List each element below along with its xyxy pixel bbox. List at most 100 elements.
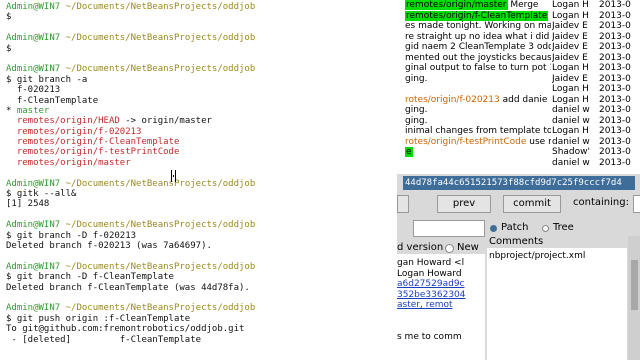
- commit-row[interactable]: inimal changes from template to te Logan …: [397, 126, 640, 137]
- terminal-text: remotes/origin/HEAD: [6, 116, 120, 127]
- old-version-radio[interactable]: d version: [397, 242, 443, 253]
- patch-radio-icon[interactable]: [490, 225, 497, 232]
- commit-message[interactable]: ging.: [405, 105, 551, 116]
- commit-message[interactable]: remotes/origin/f-CleanTemplate Requ: [405, 10, 551, 22]
- terminal-line: Admin@WIN7 ~/Documents/NetBeansProjects/…: [6, 179, 397, 189]
- commit-message[interactable]: es made tonight. Working on maki: [405, 21, 551, 32]
- terminal-text: Admin@WIN7: [6, 220, 66, 231]
- terminal-line: Admin@WIN7 ~/Documents/NetBeansProjects/…: [6, 2, 397, 12]
- tree-radio-label[interactable]: Tree: [553, 222, 574, 233]
- commit-message[interactable]: ging.: [405, 116, 551, 127]
- terminal-line: remotes/origin/f-testPrintCode: [6, 147, 397, 157]
- commit-link[interactable]: aster, remot: [397, 300, 453, 310]
- commit-row[interactable]: e Shadow' 2013-0: [397, 147, 640, 158]
- terminal-text: Admin@WIN7: [6, 64, 66, 75]
- commit-date: 2013-0: [599, 157, 631, 168]
- tree-radio-icon[interactable]: [542, 225, 549, 232]
- commit-author: daniel w: [552, 115, 590, 126]
- prev-button[interactable]: prev: [437, 195, 491, 213]
- commit-row[interactable]: es made tonight. Working on maki Jaidev E…: [397, 21, 640, 32]
- commit-message[interactable]: ginal output to false to turn pot 1: [405, 63, 551, 74]
- terminal-text: Admin@WIN7: [6, 2, 66, 12]
- sha1-field[interactable]: 44d78fa44c651521573f88cfd9d7c25f9cccf7d4: [403, 176, 635, 190]
- branch-ref-label[interactable]: rotes/origin/f-testPrintCode: [405, 137, 526, 147]
- terminal-line: Admin@WIN7 ~/Documents/NetBeansProjects/…: [6, 303, 397, 313]
- commit-row[interactable]: daniel w 2013-0: [397, 158, 640, 169]
- commit-row[interactable]: remotes/origin/master Merge Logan H 2013-0: [397, 0, 640, 11]
- commit-subject: re straight up no idea what i did: [405, 31, 550, 42]
- commit-message[interactable]: rotes/origin/f-020213 add danie: [405, 95, 551, 106]
- containing-field[interactable]: [633, 195, 640, 213]
- terminal-text: To git@github.com:fremontrobotics/oddjob…: [6, 324, 245, 335]
- commit-find-button[interactable]: commit: [503, 195, 561, 213]
- commit-row[interactable]: gid naem 2 CleanTemplate 3 odd Jaidev E 20…: [397, 42, 640, 53]
- terminal-text: f-CleanTemplate: [6, 95, 99, 106]
- branch-ref-label[interactable]: remotes/origin/f-CleanTemplate: [405, 10, 549, 21]
- commit-subject: ging.: [405, 115, 428, 126]
- commit-message[interactable]: mented out the joysticks because: [405, 53, 551, 64]
- files-scrollbar-thumb[interactable]: [631, 260, 638, 310]
- commit-message[interactable]: rotes/origin/f-testPrintCode use mi: [405, 137, 551, 148]
- commit-row[interactable]: rotes/origin/f-testPrintCode use midanie…: [397, 137, 640, 148]
- commit-link[interactable]: a6d27529ad9c: [397, 279, 465, 289]
- terminal-text: ~/Documents/NetBeansProjects/oddjob: [65, 64, 256, 75]
- terminal-text: $ git branch -a: [6, 74, 88, 85]
- commit-graph-list[interactable]: remotes/origin/master Merge Logan H 2013-0…: [397, 0, 640, 174]
- search-input[interactable]: [413, 220, 485, 237]
- terminal-line: f-CleanTemplate: [6, 96, 397, 106]
- commit-date: 2013-0: [599, 136, 631, 147]
- commit-row[interactable]: rotes/origin/f-020213 add danie Logan H 20…: [397, 95, 640, 106]
- commit-message[interactable]: ging.: [405, 74, 551, 85]
- commit-author: daniel w: [552, 157, 590, 168]
- commit-row[interactable]: ging. Jaidev E 2013-0: [397, 74, 640, 85]
- terminal-text: ~/Documents/NetBeansProjects/oddjob: [65, 178, 256, 189]
- terminal-line: $: [6, 44, 397, 54]
- commit-subject: mented out the joysticks because: [405, 52, 551, 63]
- commit-message[interactable]: remotes/origin/master Merge: [405, 0, 551, 11]
- commit-author: Logan H: [552, 94, 589, 105]
- commit-message[interactable]: re straight up no idea what i did: [405, 32, 551, 43]
- commit-row[interactable]: re straight up no idea what i did Jaidev …: [397, 32, 640, 43]
- commit-author: daniel w: [552, 136, 590, 147]
- commit-date: 2013-0: [599, 147, 631, 157]
- terminal-line: [1] 2548: [6, 199, 397, 209]
- commit-row[interactable]: remotes/origin/f-CleanTemplate RequLogan…: [397, 10, 640, 22]
- terminal-line: remotes/origin/f-CleanTemplate: [6, 137, 397, 147]
- commit-message[interactable]: gid naem 2 CleanTemplate 3 odd: [405, 42, 551, 53]
- file-item[interactable]: nbproject/project.xml: [489, 251, 585, 261]
- commit-date: 2013-0: [599, 31, 631, 42]
- commit-message[interactable]: e: [405, 147, 551, 158]
- terminal-line: $ git branch -a: [6, 75, 397, 85]
- terminal-text: $ git branch -D f-020213: [6, 230, 137, 241]
- terminal-text: Admin@WIN7: [6, 178, 66, 189]
- patch-radio-label[interactable]: Patch: [501, 222, 528, 233]
- commit-link[interactable]: 352be3362304: [397, 290, 466, 300]
- commit-subject: add danie: [502, 94, 548, 105]
- commit-author: Jaidev E: [552, 52, 588, 63]
- commit-row[interactable]: ginal output to false to turn pot 1 Logan…: [397, 63, 640, 74]
- commit-row[interactable]: Logan H 2013-0: [397, 84, 640, 95]
- commit-row[interactable]: mented out the joysticks because Jaidev E…: [397, 53, 640, 64]
- detail-line: gan Howard <l: [397, 258, 465, 268]
- next-button[interactable]: [397, 195, 409, 213]
- terminal-text: remotes/origin/f-CleanTemplate: [6, 137, 180, 148]
- branch-ref-label[interactable]: rotes/origin/f-020213: [405, 95, 500, 105]
- new-version-label[interactable]: New: [457, 242, 479, 253]
- commit-row[interactable]: ging. daniel w 2013-0: [397, 105, 640, 116]
- commit-row[interactable]: ging. daniel w 2013-0: [397, 116, 640, 127]
- containing-label: containing:: [573, 197, 629, 208]
- commit-message[interactable]: inimal changes from template to te: [405, 126, 551, 137]
- terminal-text: ~/Documents/NetBeansProjects/oddjob: [65, 303, 256, 314]
- commit-details-pane[interactable]: d version New gan Howard <l Logan Howard a…: [397, 240, 485, 360]
- branch-ref-label[interactable]: e: [405, 147, 413, 157]
- commit-author: Logan H: [552, 0, 589, 10]
- changed-files-pane[interactable]: Comments nbproject/project.xml: [487, 236, 629, 360]
- gitk-window[interactable]: remotes/origin/master Merge Logan H 2013-0…: [397, 0, 640, 360]
- terminal-window[interactable]: Admin@WIN7 ~/Documents/NetBeansProjects/…: [0, 0, 397, 360]
- branch-ref-label[interactable]: remotes/origin/master: [405, 0, 508, 10]
- new-version-radio-icon[interactable]: [445, 244, 454, 253]
